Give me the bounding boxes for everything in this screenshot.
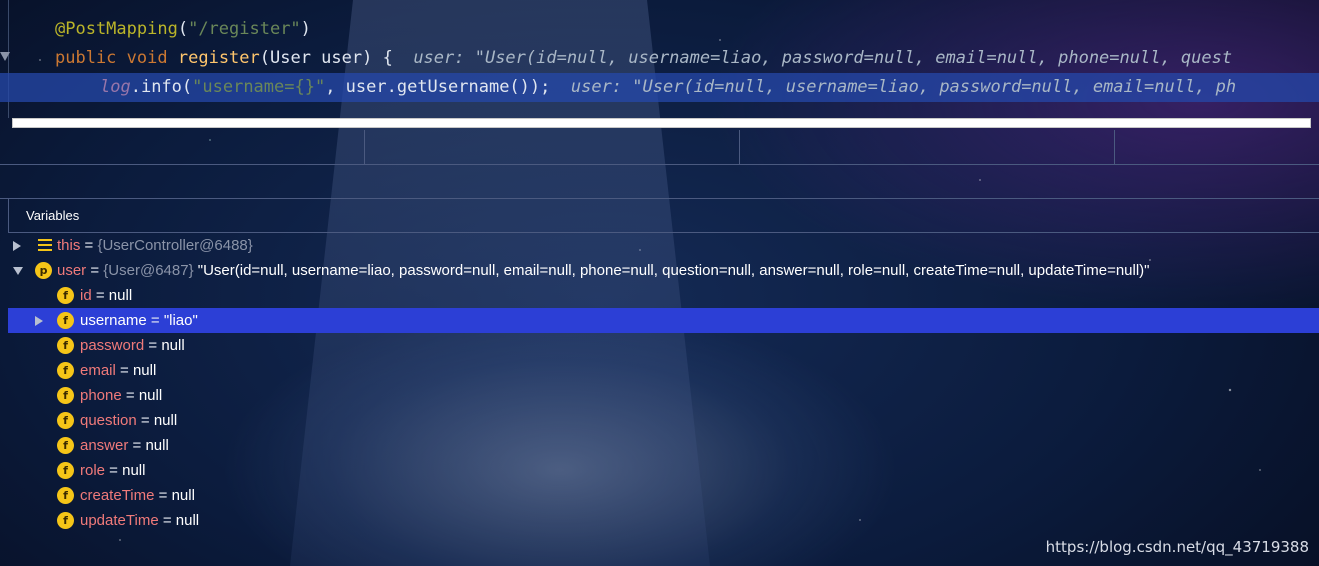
- paren: (: [177, 19, 189, 39]
- annotation: @PostMapping: [55, 19, 178, 39]
- field-row[interactable]: f role = null: [8, 458, 1319, 483]
- field-value: null: [122, 462, 146, 479]
- equals: =: [80, 237, 98, 254]
- variable-type: {User@6487}: [103, 262, 194, 279]
- field-value: null: [145, 437, 169, 454]
- field-icon: f: [57, 437, 74, 454]
- field-value: null: [161, 337, 185, 354]
- variable-row-user[interactable]: p user = {User@6487} "User(id=null, user…: [8, 258, 1319, 283]
- variable-row-this[interactable]: this = {UserController@6488}: [8, 233, 1319, 258]
- field-row[interactable]: f password = null: [8, 333, 1319, 358]
- field-icon: f: [57, 512, 74, 529]
- field-row[interactable]: f id = null: [8, 283, 1319, 308]
- variable-name: user: [57, 262, 87, 279]
- variables-title: Variables: [26, 208, 80, 223]
- field-icon: f: [57, 462, 74, 479]
- debug-tab[interactable]: [740, 130, 1115, 164]
- variables-header: Variables: [8, 199, 1319, 233]
- log-field: log: [100, 77, 131, 97]
- variable-value: "User(id=null, username=liao, password=n…: [193, 262, 1150, 279]
- field-name: role: [80, 462, 106, 479]
- debug-tab[interactable]: [1115, 130, 1319, 164]
- field-icon: f: [57, 312, 74, 329]
- equals: =: [115, 362, 133, 379]
- equals: =: [128, 437, 146, 454]
- field-row[interactable]: f createTime = null: [8, 483, 1319, 508]
- debug-toolbar: [0, 165, 1319, 199]
- field-value: null: [108, 287, 133, 304]
- watermark: https://blog.csdn.net/qq_43719388: [1045, 538, 1309, 556]
- variable-name: this: [57, 237, 81, 254]
- equals: =: [136, 412, 154, 429]
- field-name: answer: [80, 437, 129, 454]
- expand-arrow-icon[interactable]: [35, 316, 43, 326]
- field-icon: f: [57, 387, 74, 404]
- field-value: "liao": [163, 312, 198, 329]
- string-literal: "/register": [188, 19, 301, 39]
- field-value: null: [175, 512, 200, 529]
- field-value: null: [138, 387, 163, 404]
- field-icon: f: [57, 337, 74, 354]
- field-value: null: [132, 362, 157, 379]
- field-name: password: [80, 337, 145, 354]
- code-line-2[interactable]: public void register(User user) { user: …: [0, 44, 1319, 73]
- expand-arrow-icon[interactable]: [13, 241, 21, 251]
- field-name: question: [80, 412, 137, 429]
- paren: ): [300, 19, 311, 39]
- field-row[interactable]: f email = null: [8, 358, 1319, 383]
- field-icon: f: [57, 487, 74, 504]
- parameter-icon: p: [35, 262, 52, 279]
- equals: =: [158, 512, 176, 529]
- equals: =: [91, 287, 109, 304]
- debug-tab[interactable]: [0, 130, 365, 164]
- field-name: createTime: [80, 487, 155, 504]
- code-editor[interactable]: @PostMapping("/register") public void re…: [0, 0, 1319, 118]
- object-fields-icon: [38, 239, 52, 251]
- code-line-1[interactable]: @PostMapping("/register"): [0, 15, 1319, 44]
- field-row[interactable]: f updateTime = null: [8, 508, 1319, 533]
- equals: =: [146, 312, 164, 329]
- keyword: void: [126, 48, 168, 68]
- panel-settings-button[interactable]: [1295, 171, 1313, 189]
- field-icon: f: [57, 362, 74, 379]
- inline-debug-hint: user: "User(id=null, username=liao, pass…: [570, 77, 1237, 97]
- field-name: email: [80, 362, 116, 379]
- debug-tab[interactable]: [365, 130, 740, 164]
- field-row[interactable]: f phone = null: [8, 383, 1319, 408]
- string-literal: "username={}": [192, 77, 326, 97]
- field-name: phone: [80, 387, 122, 404]
- call-args: , user.getUsername());: [325, 77, 551, 97]
- inline-debug-hint: user: "User(id=null, username=liao, pass…: [413, 48, 1233, 68]
- equals: =: [86, 262, 104, 279]
- field-name: id: [80, 287, 92, 304]
- keyword: public: [55, 48, 117, 68]
- debug-tab-strip: [0, 130, 1319, 165]
- equals: =: [121, 387, 139, 404]
- field-icon: f: [57, 287, 74, 304]
- field-name: username: [80, 312, 147, 329]
- collapse-arrow-icon[interactable]: [13, 267, 23, 275]
- field-value: null: [171, 487, 195, 504]
- method-name: register: [177, 48, 260, 68]
- horizontal-scrollbar[interactable]: [12, 118, 1311, 128]
- equals: =: [105, 462, 123, 479]
- code-line-3-current[interactable]: log.info("username={}", user.getUsername…: [0, 73, 1319, 102]
- equals: =: [144, 337, 162, 354]
- equals: =: [154, 487, 172, 504]
- field-value: null: [153, 412, 178, 429]
- field-row-selected[interactable]: f username = "liao": [8, 308, 1319, 333]
- variable-type: {UserController@6488}: [97, 237, 253, 254]
- method-signature: (User user) {: [259, 48, 393, 68]
- field-icon: f: [57, 412, 74, 429]
- field-row[interactable]: f answer = null: [8, 433, 1319, 458]
- field-row[interactable]: f question = null: [8, 408, 1319, 433]
- info-call: .info(: [130, 77, 193, 97]
- field-name: updateTime: [80, 512, 159, 529]
